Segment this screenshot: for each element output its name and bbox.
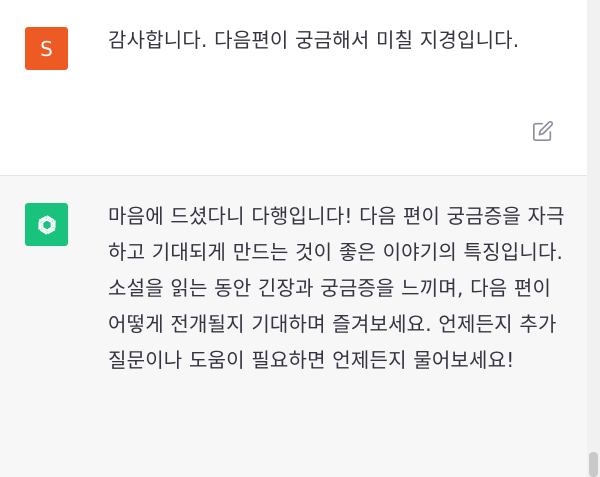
- openai-logo-icon: [37, 214, 56, 235]
- assistant-message-text: 마음에 드셨다니 다행입니다! 다음 편이 궁금증을 자극하고 기대되게 만드는…: [108, 204, 565, 372]
- edit-button[interactable]: [532, 120, 554, 142]
- user-message: S 감사합니다. 다음편이 궁금해서 미칠 지경입니다.: [0, 0, 587, 176]
- scrollbar-thumb[interactable]: [589, 452, 598, 477]
- assistant-avatar: [25, 203, 68, 246]
- edit-icon: [533, 120, 554, 141]
- user-avatar: S: [25, 27, 68, 70]
- user-avatar-letter: S: [40, 36, 53, 61]
- scrollbar-track[interactable]: [587, 0, 600, 477]
- assistant-message: 마음에 드셨다니 다행입니다! 다음 편이 궁금증을 자극하고 기대되게 만드는…: [0, 176, 587, 477]
- user-message-text: 감사합니다. 다음편이 궁금해서 미칠 지경입니다.: [108, 28, 520, 52]
